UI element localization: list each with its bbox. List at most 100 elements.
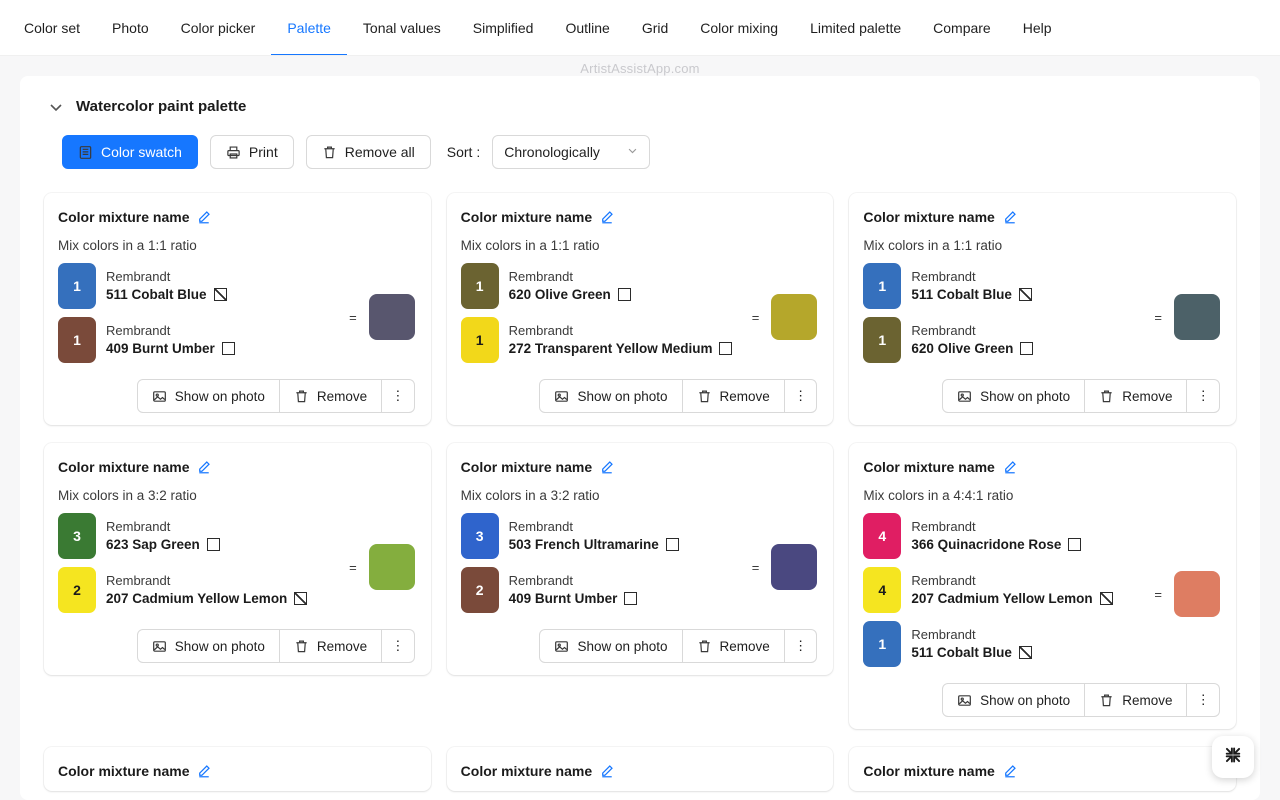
show-on-photo-label: Show on photo	[577, 638, 668, 654]
nav-item-limited-palette[interactable]: Limited palette	[794, 0, 917, 56]
paint-opacity-checkbox[interactable]	[665, 538, 679, 551]
pencil-icon[interactable]	[1003, 764, 1017, 778]
collapse-button[interactable]	[1212, 736, 1254, 778]
result-swatch[interactable]	[368, 294, 415, 340]
paint-opacity-checkbox[interactable]	[1099, 592, 1113, 605]
paint-opacity-checkbox[interactable]	[294, 592, 308, 605]
more-options-button[interactable]: ⋮	[784, 629, 818, 663]
mixture-part: 1 Rembrandt 620 Olive Green	[863, 317, 1146, 363]
pencil-icon[interactable]	[197, 460, 211, 474]
paint-opacity-checkbox[interactable]	[1018, 288, 1032, 301]
paint-chip[interactable]: 4	[863, 567, 902, 613]
paint-chip[interactable]: 1	[863, 263, 902, 309]
color-swatch-button[interactable]: Color swatch	[62, 135, 198, 169]
collapse-icon	[1224, 746, 1242, 769]
mixture-part: 1 Rembrandt 511 Cobalt Blue	[58, 263, 341, 309]
remove-label: Remove	[719, 638, 770, 654]
panel-header: Watercolor paint palette	[20, 76, 1260, 123]
paint-chip[interactable]: 1	[863, 317, 902, 363]
nav-item-simplified[interactable]: Simplified	[457, 0, 550, 56]
more-options-button[interactable]: ⋮	[1187, 379, 1220, 413]
chevron-down-icon[interactable]	[48, 99, 64, 115]
trash-icon	[1099, 389, 1114, 404]
show-on-photo-button[interactable]: Show on photo	[136, 379, 280, 413]
nav-item-color-set[interactable]: Color set	[8, 0, 96, 56]
nav-item-photo[interactable]: Photo	[96, 0, 165, 56]
remove-all-button[interactable]: Remove all	[305, 135, 431, 169]
remove-button[interactable]: Remove	[682, 379, 785, 413]
remove-button[interactable]: Remove	[1085, 379, 1188, 413]
paint-brand: Rembrandt	[911, 269, 976, 284]
paint-opacity-checkbox[interactable]	[1068, 538, 1082, 551]
paint-chip[interactable]: 1	[58, 263, 96, 309]
paint-brand: Rembrandt	[106, 519, 171, 534]
nav-item-compare[interactable]: Compare	[917, 0, 1007, 56]
paint-chip[interactable]: 4	[863, 513, 902, 559]
paint-chip[interactable]: 2	[460, 567, 499, 613]
more-options-button[interactable]: ⋮	[382, 629, 415, 663]
mixture-result: =	[1146, 571, 1220, 617]
paint-chip[interactable]: 1	[460, 317, 499, 363]
pencil-icon[interactable]	[600, 764, 614, 778]
show-on-photo-button[interactable]: Show on photo	[539, 379, 683, 413]
nav-item-outline[interactable]: Outline	[549, 0, 625, 56]
nav-item-help[interactable]: Help	[1007, 0, 1068, 56]
swatch-icon	[78, 145, 93, 160]
more-vertical-icon: ⋮	[1196, 388, 1210, 403]
pencil-icon[interactable]	[1003, 210, 1017, 224]
nav-item-color-picker[interactable]: Color picker	[165, 0, 272, 56]
paint-chip[interactable]: 1	[863, 621, 902, 667]
paint-chip[interactable]: 3	[460, 513, 499, 559]
card-title-label: Color mixture name	[863, 459, 995, 475]
remove-button[interactable]: Remove	[682, 629, 785, 663]
pencil-icon[interactable]	[197, 210, 211, 224]
paint-opacity-checkbox[interactable]	[206, 538, 220, 551]
show-on-photo-button[interactable]: Show on photo	[942, 379, 1086, 413]
result-swatch[interactable]	[771, 544, 818, 590]
remove-button[interactable]: Remove	[279, 379, 383, 413]
more-options-button[interactable]: ⋮	[1187, 683, 1220, 717]
result-swatch[interactable]	[1173, 294, 1220, 340]
show-on-photo-label: Show on photo	[980, 692, 1071, 708]
paint-brand: Rembrandt	[106, 323, 171, 338]
paint-name: 272 Transparent Yellow Medium	[508, 341, 713, 356]
equals-sign: =	[1154, 586, 1162, 602]
show-on-photo-button[interactable]: Show on photo	[539, 629, 683, 663]
paint-chip[interactable]: 2	[58, 567, 96, 613]
remove-button[interactable]: Remove	[279, 629, 383, 663]
paint-opacity-checkbox[interactable]	[1020, 342, 1034, 355]
paint-opacity-checkbox[interactable]	[617, 288, 631, 301]
paint-chip[interactable]: 1	[460, 263, 499, 309]
more-options-button[interactable]: ⋮	[784, 379, 818, 413]
paint-opacity-checkbox[interactable]	[221, 342, 235, 355]
paint-chip[interactable]: 3	[58, 513, 96, 559]
result-swatch[interactable]	[771, 294, 818, 340]
paint-chip[interactable]: 1	[58, 317, 96, 363]
card-title: Color mixture name	[863, 763, 1220, 779]
more-options-button[interactable]: ⋮	[382, 379, 415, 413]
pencil-icon[interactable]	[1003, 460, 1017, 474]
image-icon	[152, 389, 167, 404]
remove-button[interactable]: Remove	[1085, 683, 1188, 717]
paint-opacity-checkbox[interactable]	[1018, 646, 1032, 659]
paint-opacity-checkbox[interactable]	[719, 342, 733, 355]
nav-item-tonal-values[interactable]: Tonal values	[347, 0, 457, 56]
nav-item-color-mixing[interactable]: Color mixing	[684, 0, 794, 56]
print-button[interactable]: Print	[209, 135, 294, 169]
sort-select[interactable]: Chronologically	[492, 135, 651, 169]
page-title: Watercolor paint palette	[76, 98, 247, 115]
remove-label: Remove	[316, 388, 368, 404]
result-swatch[interactable]	[368, 544, 415, 590]
pencil-icon[interactable]	[197, 764, 211, 778]
paint-opacity-checkbox[interactable]	[213, 288, 227, 301]
result-swatch[interactable]	[1173, 571, 1220, 617]
mixture-part: 1 Rembrandt 409 Burnt Umber	[58, 317, 341, 363]
show-on-photo-button[interactable]: Show on photo	[136, 629, 280, 663]
nav-item-palette[interactable]: Palette	[271, 0, 347, 56]
nav-item-grid[interactable]: Grid	[626, 0, 684, 56]
pencil-icon[interactable]	[600, 460, 614, 474]
paint-name: 409 Burnt Umber	[508, 591, 618, 606]
show-on-photo-button[interactable]: Show on photo	[942, 683, 1086, 717]
pencil-icon[interactable]	[600, 210, 614, 224]
paint-opacity-checkbox[interactable]	[624, 592, 638, 605]
